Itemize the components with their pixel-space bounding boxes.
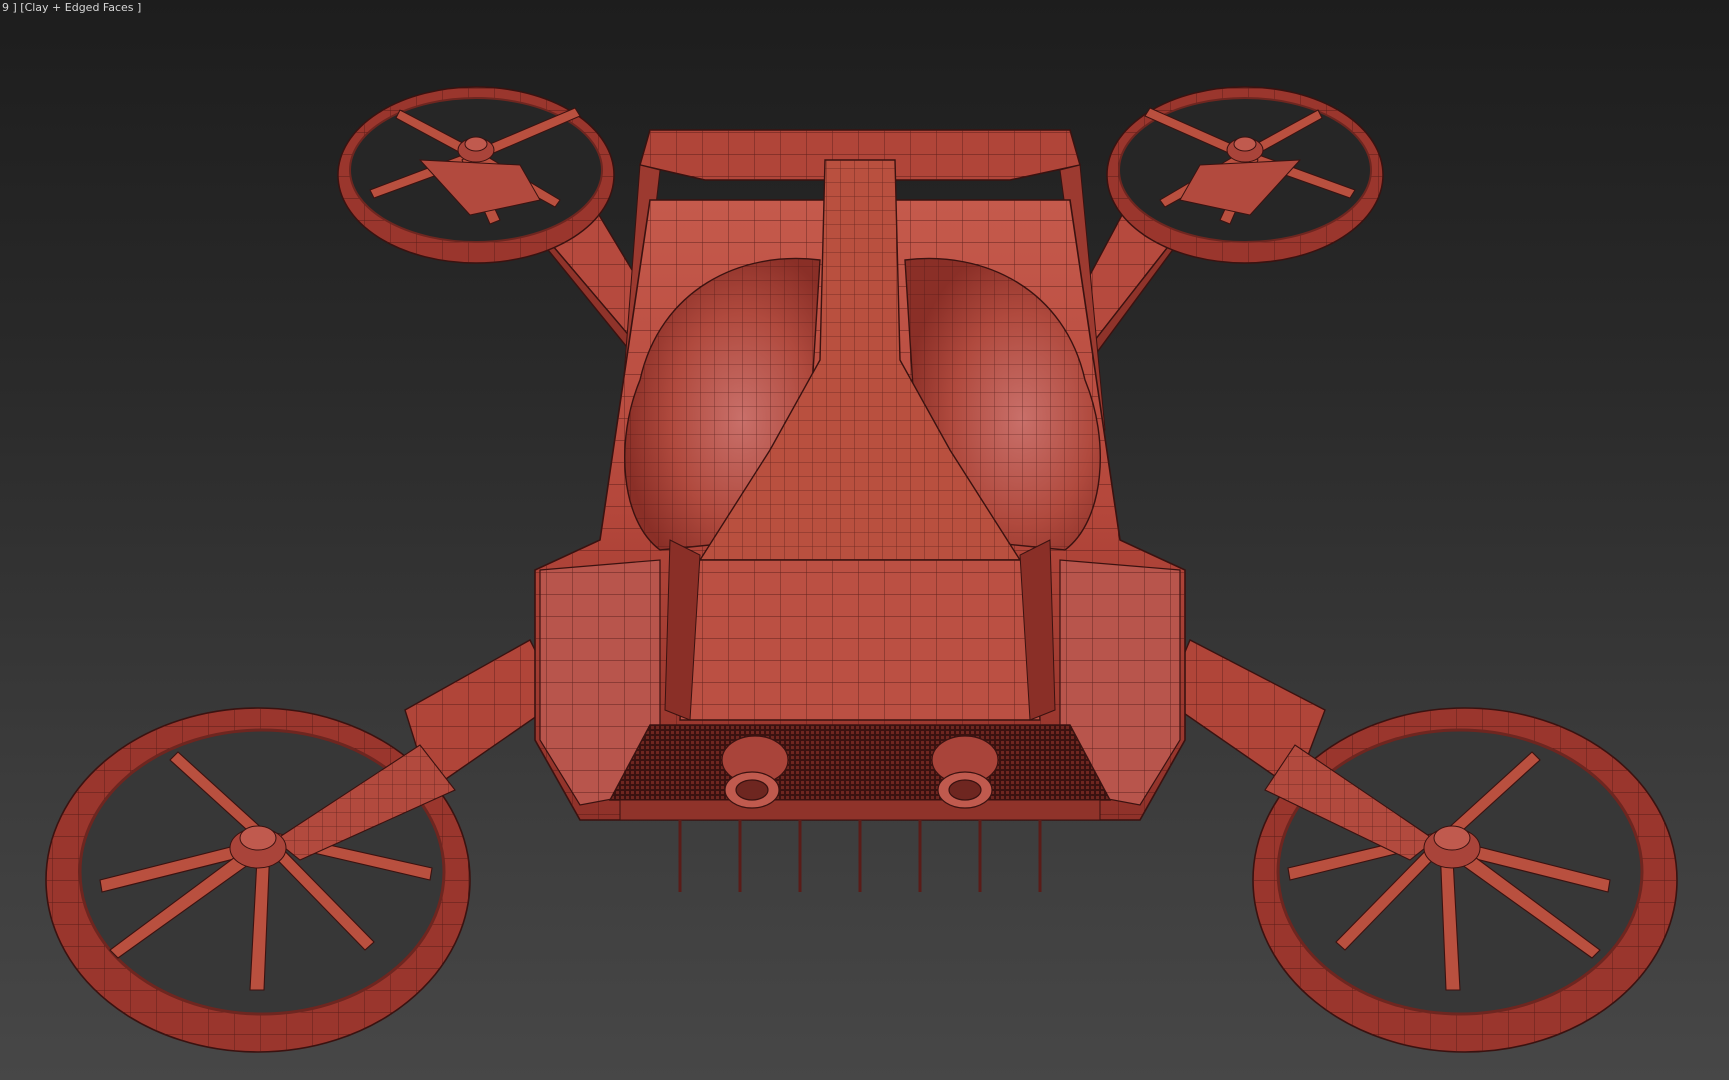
vehicle-model[interactable] (0, 0, 1729, 1080)
3d-viewport[interactable]: 9 ] [Clay + Edged Faces ] (0, 0, 1729, 1080)
bottom-antennas (678, 820, 1042, 892)
rotor-bottom-left (45, 707, 471, 1053)
rotor-top-left (337, 86, 615, 264)
front-grille (608, 724, 1112, 801)
rotor-bottom-right (1252, 707, 1678, 1053)
rotor-top-right (1106, 86, 1384, 264)
fuselage (534, 129, 1186, 821)
